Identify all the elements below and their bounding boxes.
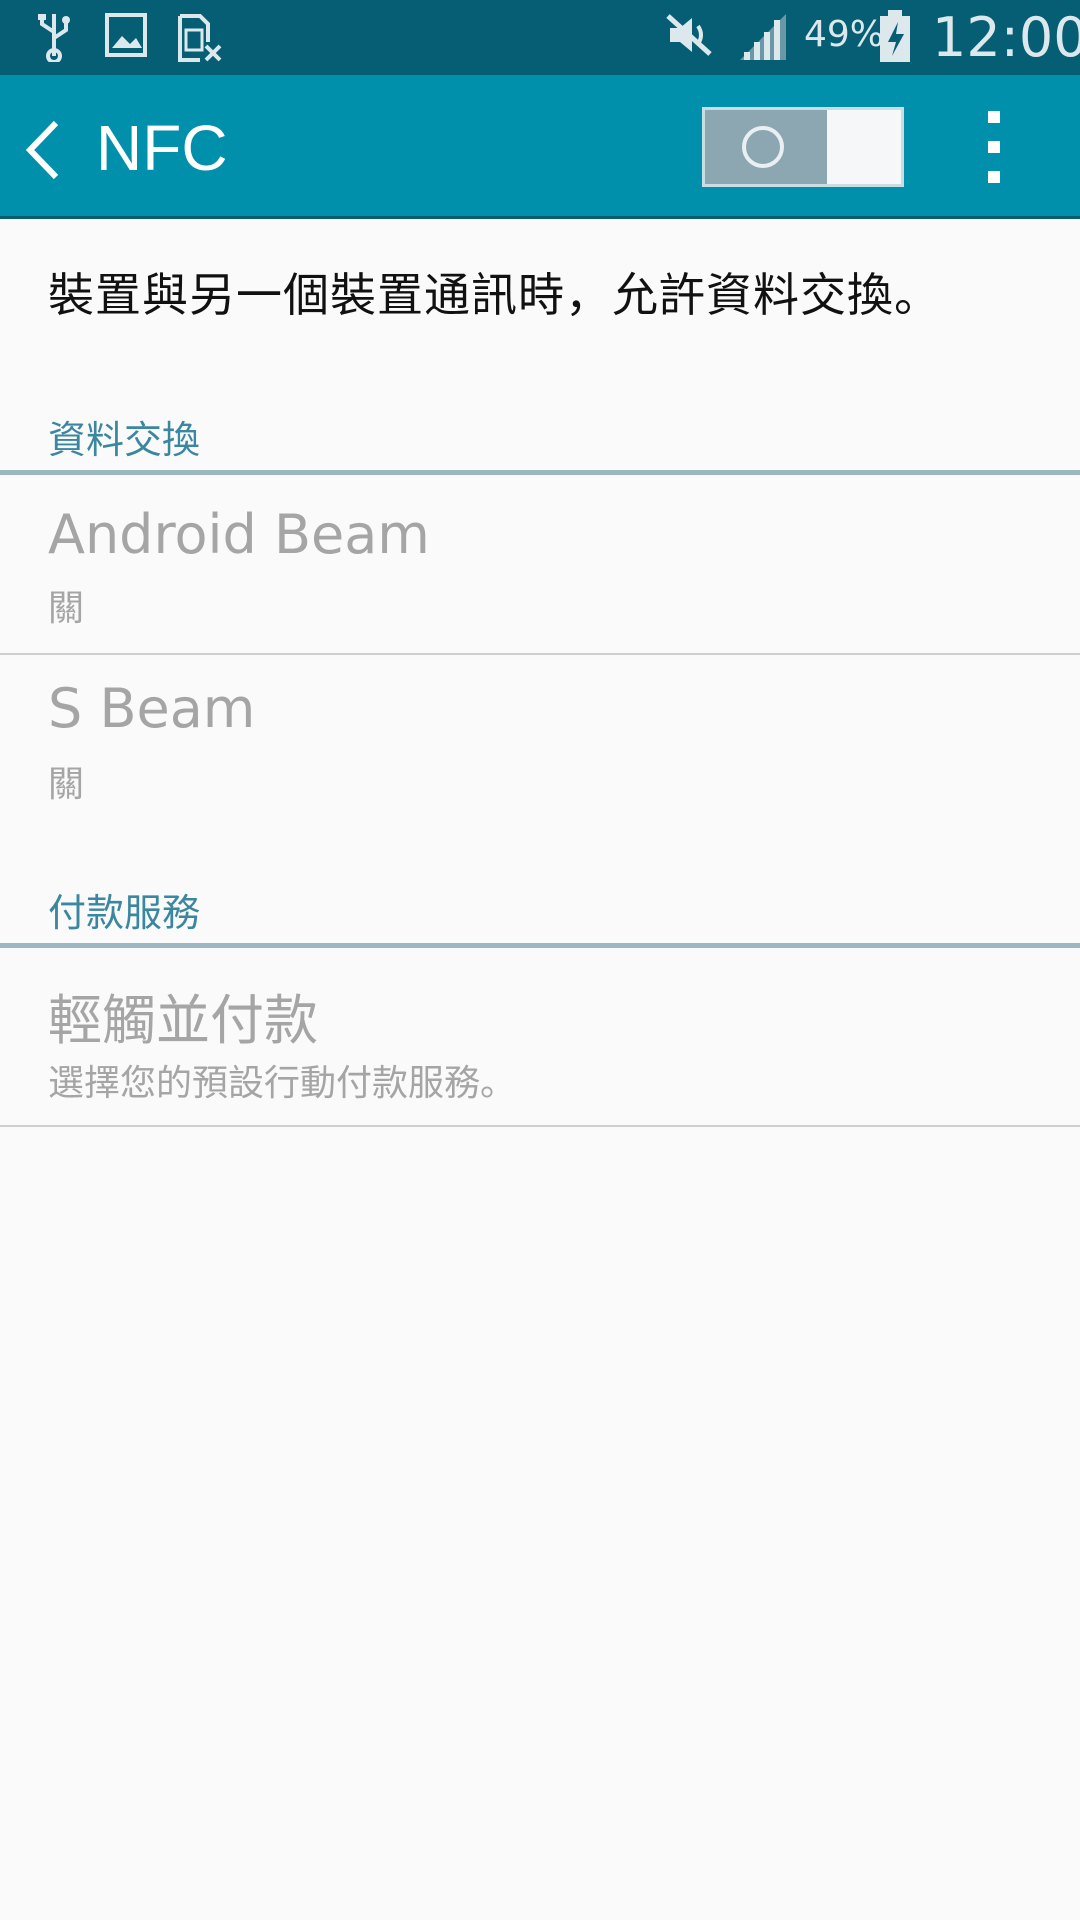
more-vert-icon [988,111,1000,183]
battery-charging-icon [878,10,912,68]
list-item-tap-and-pay[interactable]: 輕觸並付款 選擇您的預設行動付款服務。 [0,948,1080,1124]
divider [0,1125,1080,1127]
page-title: NFC [96,112,228,184]
mute-icon [664,12,714,62]
item-title: S Beam [48,677,256,740]
item-subtitle: 選擇您的預設行動付款服務。 [48,1063,517,1104]
battery-percent: 49% [804,14,885,55]
usb-icon [34,12,74,66]
item-subtitle: 關 [48,588,85,629]
more-options-button[interactable] [970,103,1020,193]
item-title: 輕觸並付款 [48,989,318,1052]
status-bar: 49% 12:00 [0,0,1080,75]
no-sim-icon [176,12,222,68]
app-bar: NFC [0,75,1080,219]
item-subtitle: 關 [48,764,85,805]
list-item-android-beam[interactable]: Android Beam 關 [0,475,1080,650]
nfc-toggle[interactable] [702,107,904,187]
back-button[interactable] [22,115,72,185]
section-header-payment: 付款服務 [48,891,201,935]
item-title: Android Beam [48,503,430,566]
toggle-knob [742,126,784,168]
signal-icon [738,12,788,66]
clock: 12:00 [932,6,1080,69]
image-icon [104,12,148,62]
nfc-description: 裝置與另一個裝置通訊時，允許資料交換。 [48,268,941,322]
chevron-left-icon [25,120,59,180]
list-item-s-beam[interactable]: S Beam 關 [0,655,1080,835]
section-header-data-exchange: 資料交換 [48,418,201,462]
